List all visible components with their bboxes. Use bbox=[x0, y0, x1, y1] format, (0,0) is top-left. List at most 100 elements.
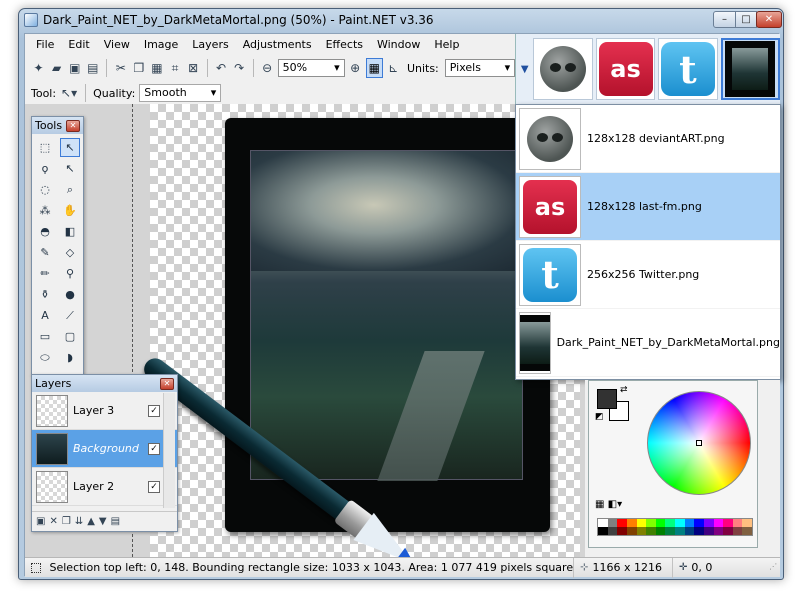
palette-swatch[interactable] bbox=[607, 519, 618, 527]
rounded-rectangle-icon[interactable]: ▢ bbox=[60, 327, 80, 346]
deselect-icon[interactable]: ⊠ bbox=[186, 59, 201, 77]
maximize-button[interactable]: □ bbox=[735, 11, 757, 28]
layer-row[interactable]: Layer 3 ✓ bbox=[32, 392, 177, 430]
zoom-combobox[interactable]: 50% ▾ bbox=[277, 59, 345, 77]
delete-layer-icon[interactable]: ✕ bbox=[49, 516, 57, 527]
palette-swatch[interactable] bbox=[617, 519, 627, 527]
palette-swatch[interactable] bbox=[675, 527, 685, 535]
recolor-icon[interactable]: ● bbox=[60, 285, 80, 304]
primary-color-swatch[interactable] bbox=[597, 389, 617, 409]
palette-swatch[interactable] bbox=[617, 527, 627, 535]
menu-effects[interactable]: Effects bbox=[319, 36, 370, 53]
menu-adjustments[interactable]: Adjustments bbox=[236, 36, 319, 53]
menu-file[interactable]: File bbox=[29, 36, 61, 53]
move-layer-down-icon[interactable]: ▼ bbox=[99, 516, 107, 527]
duplicate-layer-icon[interactable]: ❐ bbox=[62, 516, 71, 527]
palette-swatch[interactable] bbox=[713, 519, 724, 527]
paintbrush-icon[interactable]: ✎ bbox=[35, 243, 55, 262]
paint-bucket-icon[interactable]: ◓ bbox=[35, 222, 55, 241]
layer-properties-icon[interactable]: ▤ bbox=[111, 516, 120, 527]
minimize-button[interactable]: – bbox=[713, 11, 736, 28]
menu-image[interactable]: Image bbox=[137, 36, 185, 53]
palette-swatch[interactable] bbox=[732, 527, 743, 535]
new-file-icon[interactable]: ✦ bbox=[31, 59, 46, 77]
layer-row-selected[interactable]: Background ✓ bbox=[32, 430, 177, 468]
palette-swatch[interactable] bbox=[665, 519, 675, 527]
reset-colors-icon[interactable]: ◩ bbox=[595, 412, 604, 422]
menu-window[interactable]: Window bbox=[370, 36, 427, 53]
dropdown-item-highlighted[interactable]: as 128x128 last-fm.png bbox=[516, 173, 780, 241]
tools-titlebar[interactable]: Tools ✕ bbox=[32, 117, 83, 134]
menu-help[interactable]: Help bbox=[427, 36, 466, 53]
layer-visibility-checkbox[interactable]: ✓ bbox=[148, 480, 160, 493]
layer-row[interactable]: Layer 2 ✓ bbox=[32, 468, 177, 506]
undo-icon[interactable]: ↶ bbox=[214, 59, 229, 77]
layer-visibility-checkbox[interactable]: ✓ bbox=[148, 442, 160, 455]
palette-swatch[interactable] bbox=[598, 527, 608, 535]
palette-swatch[interactable] bbox=[655, 519, 666, 527]
crop-to-selection-icon[interactable]: ⌗ bbox=[168, 59, 183, 77]
paint-net-app-icon[interactable] bbox=[24, 13, 38, 27]
palette-swatch[interactable] bbox=[665, 527, 675, 535]
move-selected-icon[interactable]: ↖ bbox=[60, 159, 80, 178]
lasso-icon[interactable]: ϙ bbox=[35, 159, 55, 178]
resize-grip-icon[interactable]: ⋰ bbox=[769, 562, 780, 574]
image-tab-deviantart[interactable] bbox=[533, 38, 593, 100]
move-layer-up-icon[interactable]: ▲ bbox=[87, 516, 95, 527]
chevron-down-icon[interactable]: ▼ bbox=[519, 62, 530, 76]
grid-toggle-button[interactable]: ▦ bbox=[365, 58, 383, 78]
zoom-in-icon[interactable]: ⊕ bbox=[348, 59, 363, 77]
line-curve-icon[interactable]: ⟋ bbox=[60, 306, 80, 325]
palette-swatch[interactable] bbox=[703, 519, 714, 527]
image-tab-dark-paint[interactable] bbox=[720, 38, 780, 100]
quality-combobox[interactable]: Smooth ▾ bbox=[139, 84, 222, 102]
paste-icon[interactable]: ▦ bbox=[149, 59, 164, 77]
rectangle-icon[interactable]: ▭ bbox=[35, 327, 55, 346]
palette-swatch[interactable] bbox=[732, 519, 743, 527]
palette-swatch[interactable] bbox=[646, 527, 656, 535]
rulers-icon[interactable]: ⊾ bbox=[386, 59, 401, 77]
layers-scrollbar[interactable] bbox=[163, 393, 175, 508]
text-icon[interactable]: A bbox=[35, 306, 55, 325]
dropdown-item[interactable]: t 256x256 Twitter.png bbox=[516, 241, 780, 309]
move-selection-icon[interactable]: ↖ bbox=[60, 138, 80, 157]
layer-visibility-checkbox[interactable]: ✓ bbox=[148, 404, 160, 417]
menu-edit[interactable]: Edit bbox=[61, 36, 96, 53]
swap-colors-icon[interactable]: ⇄ bbox=[620, 385, 628, 395]
palette-swatch[interactable] bbox=[723, 519, 733, 527]
save-icon[interactable]: ▣ bbox=[67, 59, 82, 77]
redo-icon[interactable]: ↷ bbox=[232, 59, 247, 77]
gradient-icon[interactable]: ◧ bbox=[60, 222, 80, 241]
palette-swatch[interactable] bbox=[636, 519, 647, 527]
palette-swatch[interactable] bbox=[626, 527, 637, 535]
magic-wand-icon[interactable]: ⁂ bbox=[35, 201, 55, 220]
palette-swatch[interactable] bbox=[598, 519, 608, 527]
menu-view[interactable]: View bbox=[97, 36, 137, 53]
add-layer-icon[interactable]: ▣ bbox=[36, 516, 45, 527]
close-button[interactable]: ✕ bbox=[756, 11, 782, 28]
palette-swatch[interactable] bbox=[742, 527, 752, 535]
units-combobox[interactable]: Pixels ▾ bbox=[444, 59, 516, 77]
palette-swatch[interactable] bbox=[607, 527, 618, 535]
dropdown-item[interactable]: 128x128 deviantART.png bbox=[516, 105, 780, 173]
zoom-icon[interactable]: ⌕ bbox=[60, 180, 80, 199]
palette-swatch[interactable] bbox=[626, 519, 637, 527]
palette-swatch[interactable] bbox=[723, 527, 733, 535]
zoom-out-icon[interactable]: ⊖ bbox=[260, 59, 275, 77]
merge-layer-down-icon[interactable]: ⇊ bbox=[75, 516, 83, 527]
palette-swatch[interactable] bbox=[646, 519, 656, 527]
clone-stamp-icon[interactable]: ⚱ bbox=[35, 285, 55, 304]
menu-layers[interactable]: Layers bbox=[185, 36, 235, 53]
color-picker-icon[interactable]: ⚲ bbox=[60, 264, 80, 283]
close-icon[interactable]: ✕ bbox=[160, 377, 174, 390]
palette-swatch[interactable] bbox=[694, 519, 704, 527]
pan-icon[interactable]: ✋ bbox=[60, 201, 80, 220]
dropdown-item[interactable]: Dark_Paint_NET_by_DarkMetaMortal.png bbox=[516, 309, 780, 377]
close-icon[interactable]: ✕ bbox=[66, 119, 80, 132]
title-bar[interactable]: Dark_Paint_NET_by_DarkMetaMortal.png (50… bbox=[19, 9, 783, 31]
copy-icon[interactable]: ❐ bbox=[131, 59, 146, 77]
rectangle-select-icon[interactable]: ⬚ bbox=[35, 138, 55, 157]
ellipse-icon[interactable]: ⬭ bbox=[35, 348, 55, 367]
open-folder-icon[interactable]: ▰ bbox=[49, 59, 64, 77]
freeform-shape-icon[interactable]: ◗ bbox=[60, 348, 80, 367]
